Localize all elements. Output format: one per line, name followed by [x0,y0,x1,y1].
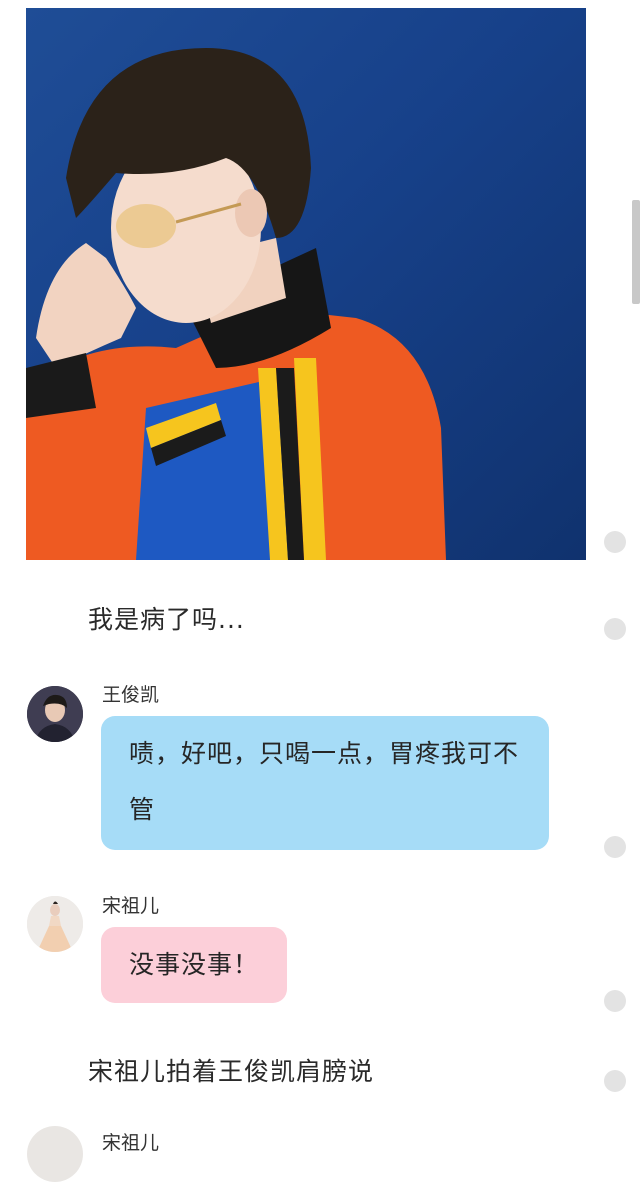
sender-name: 宋祖儿 [102,1132,160,1154]
comment-dot-icon[interactable] [604,1070,626,1092]
avatar-song-zuer[interactable] [27,896,83,952]
sender-name: 宋祖儿 [102,895,160,917]
narration-text: 我是病了吗... [88,605,245,634]
portrait-photo[interactable] [26,8,586,560]
scrollbar[interactable] [632,200,640,304]
avatar-wang-junkai[interactable] [27,686,83,742]
comment-dot-icon[interactable] [604,990,626,1012]
avatar-song-zuer[interactable] [27,1126,83,1182]
comment-dot-icon[interactable] [604,618,626,640]
message-bubble[interactable]: 没事没事！ [101,927,288,1003]
narration-text: 宋祖儿拍着王俊凯肩膀说 [88,1057,375,1086]
comment-dot-icon[interactable] [604,836,626,858]
sender-name: 王俊凯 [102,684,160,706]
message-bubble[interactable]: 啧，好吧，只喝一点，胃疼我可不管 [101,716,549,850]
comment-dot-icon[interactable] [604,531,626,553]
portrait-illustration [26,48,446,560]
